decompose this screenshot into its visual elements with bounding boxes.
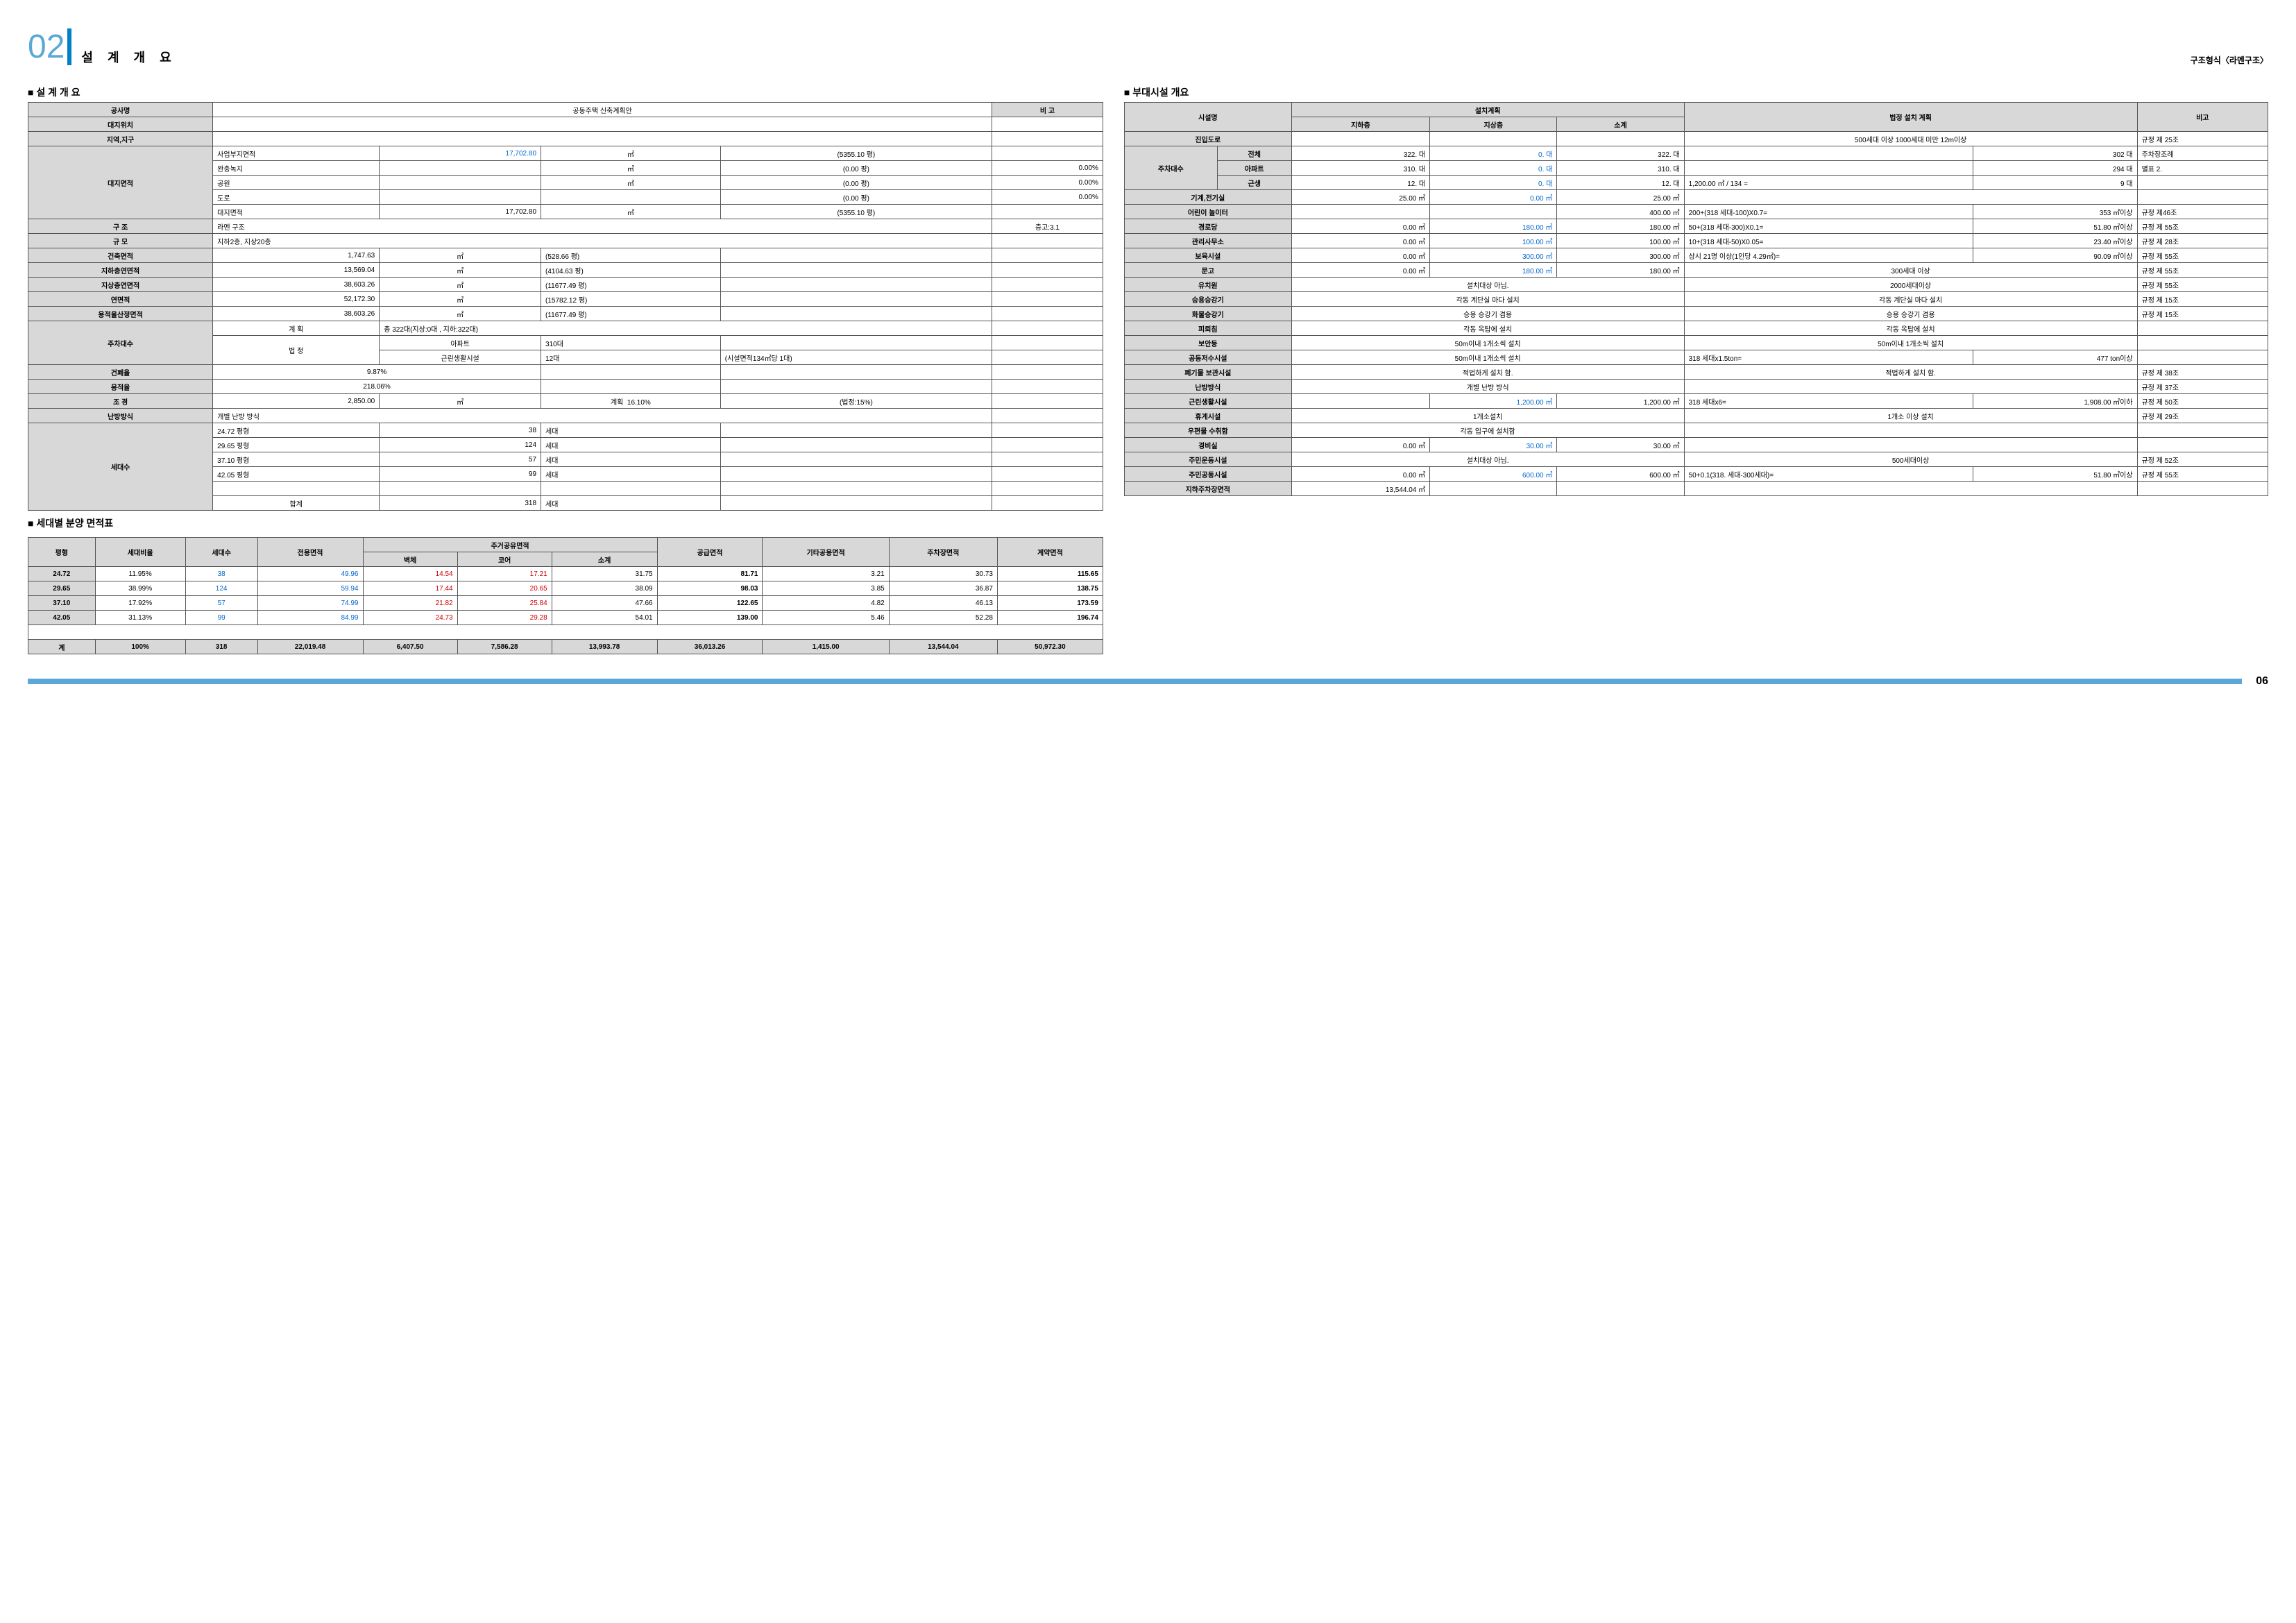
facility-row: 관리사무소0.00 ㎡100.00 ㎡100.00 ㎡10+(318 세대-50…: [1124, 234, 2268, 248]
facility-row: 근생12. 대0. 대12. 대1,200.00 ㎡ / 134 =9 대: [1124, 176, 2268, 190]
facility-row: 아파트310. 대0. 대310. 대294 대별표 2.: [1124, 161, 2268, 176]
facility-row: 화물승강기승용 승강기 겸용승용 승강기 겸용규정 제 15조: [1124, 307, 2268, 321]
facilities-table: 시설명 설치계획 법정 설치 계획 비고 지하층지상층소계 진입도로500세대 …: [1124, 102, 2268, 496]
area-row: 29.6538.99%12459.9417.4420.6538.0998.033…: [28, 581, 1103, 596]
section-design-overview: ■ 설 계 개 요: [28, 85, 1103, 99]
facility-row: 우편물 수취함각동 입구에 설치함: [1124, 423, 2268, 438]
area-row: 24.7211.95%3849.9614.5417.2131.7581.713.…: [28, 567, 1103, 581]
facility-row: 진입도로500세대 이상 1000세대 미만 12m이상규정 제 25조: [1124, 132, 2268, 146]
facility-row: 주차대수전체322. 대0. 대322. 대302 대주차장조례: [1124, 146, 2268, 161]
section-area-table: ■ 세대별 분양 면적표: [28, 516, 1103, 530]
facility-row: 지하주차장면적13,544.04 ㎡: [1124, 482, 2268, 496]
design-overview-table: 공사명공동주택 신축계획안비 고 대지위치 지역,지구 대지면적 사업부지면적1…: [28, 102, 1103, 511]
facility-row: 폐기물 보관시설적법하게 설치 함.적법하게 설치 함.규정 제 38조: [1124, 365, 2268, 380]
facility-row: 보육시설0.00 ㎡300.00 ㎡300.00 ㎡상시 21명 이상(1인당 …: [1124, 248, 2268, 263]
area-table: 평형 세대비율 세대수 전용면적 주거공유면적 공급면적 기타공용면적 주차장면…: [28, 537, 1103, 654]
facility-row: 경비실0.00 ㎡30.00 ㎡30.00 ㎡: [1124, 438, 2268, 452]
facility-row: 문고0.00 ㎡180.00 ㎡180.00 ㎡300세대 이상규정 제 55조: [1124, 263, 2268, 278]
page-num-main: 2: [46, 28, 72, 65]
facility-row: 기계,전기실25.00 ㎡0.00 ㎡25.00 ㎡: [1124, 190, 2268, 205]
page-title: 설 계 개 요: [81, 48, 176, 66]
facility-row: 공동저수시설50m이내 1개소씩 설치318 세대x1.5ton=477 ton…: [1124, 350, 2268, 365]
facility-row: 유치원설치대상 아님.2000세대이상규정 제 55조: [1124, 278, 2268, 292]
footer-bar: [28, 679, 2242, 684]
facility-row: 주민공동시설0.00 ㎡600.00 ㎡600.00 ㎡50+0.1(318. …: [1124, 467, 2268, 482]
facility-row: 보안등50m이내 1개소씩 설치50m이내 1개소씩 설치: [1124, 336, 2268, 350]
area-row: 37.1017.92%5774.9921.8225.8447.66122.654…: [28, 596, 1103, 611]
facility-row: 어린이 놀이터400.00 ㎡200+(318 세대-100)X0.7=353 …: [1124, 205, 2268, 219]
footer-page-num: 06: [2256, 675, 2268, 688]
facility-row: 휴게시설1개소설치1개소 이상 설치규정 제 29조: [1124, 409, 2268, 423]
facility-row: 주민운동시설설치대상 아님.500세대이상규정 제 52조: [1124, 452, 2268, 467]
struct-type: 구조형식〈라멘구조〉: [2191, 54, 2268, 66]
facility-row: 피뢰침각동 옥탑에 설치각동 옥탑에 설치: [1124, 321, 2268, 336]
page-num-prefix: 0: [28, 28, 46, 65]
facility-row: 경로당0.00 ㎡180.00 ㎡180.00 ㎡50+(318 세대-300)…: [1124, 219, 2268, 234]
facility-row: 난방방식개별 난방 방식규정 제 37조: [1124, 380, 2268, 394]
area-row: 42.0531.13%9984.9924.7329.2854.01139.005…: [28, 611, 1103, 625]
facility-row: 승용승강기각동 계단실 마다 설치각동 계단실 마다 설치규정 제 15조: [1124, 292, 2268, 307]
facility-row: 근린생활시설1,200.00 ㎡1,200.00 ㎡318 세대x6=1,908…: [1124, 394, 2268, 409]
section-facilities: ■ 부대시설 개요: [1124, 85, 2268, 99]
